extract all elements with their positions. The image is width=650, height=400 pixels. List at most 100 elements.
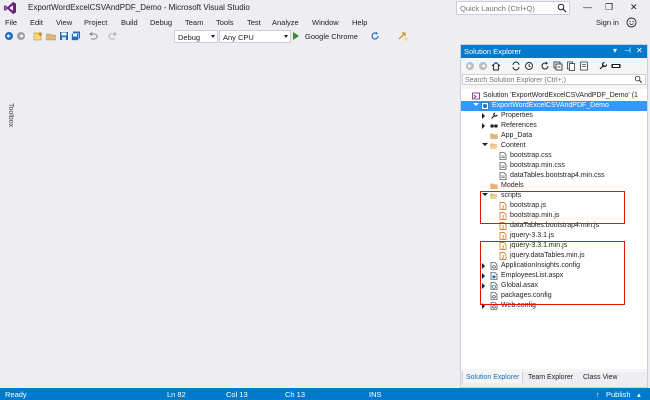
window-title: ExportWordExcelCSVAndPDF_Demo - Microsof…: [28, 3, 250, 12]
restore-icon[interactable]: ❐: [605, 2, 613, 13]
back-icon[interactable]: [465, 61, 475, 71]
pin-icon[interactable]: ⊣: [624, 46, 631, 55]
tree-item[interactable]: bootstrap.css: [461, 151, 647, 161]
close-panel-icon[interactable]: ✕: [636, 46, 643, 55]
folder-icon: [490, 182, 498, 190]
menu-file[interactable]: File: [5, 18, 17, 27]
tree-item-label: bootstrap.css: [510, 152, 552, 159]
menu-analyze[interactable]: Analyze: [272, 18, 299, 27]
status-insert-mode: INS: [369, 390, 382, 399]
status-column: Col 13: [226, 390, 248, 399]
configuration-value: Debug: [178, 32, 201, 42]
preview-selected-items-icon[interactable]: [611, 61, 621, 71]
search-icon: [557, 3, 567, 13]
minimize-icon[interactable]: —: [583, 2, 592, 12]
chevron-down-icon: [284, 35, 288, 38]
publish-chevron-icon[interactable]: ▴: [637, 390, 641, 399]
css-file-icon: [499, 162, 507, 170]
publish-arrow-icon[interactable]: ↑: [596, 390, 600, 399]
folder-icon: [490, 132, 498, 140]
close-icon[interactable]: ✕: [630, 2, 638, 13]
tree-item[interactable]: Properties: [461, 111, 647, 121]
expanded-arrow-icon[interactable]: [482, 143, 488, 146]
wrench-icon: [490, 112, 498, 120]
wrench-icon[interactable]: [598, 61, 608, 71]
forward-icon[interactable]: [16, 31, 26, 41]
expanded-arrow-icon[interactable]: [473, 103, 479, 106]
chevron-down-icon: [211, 35, 215, 38]
home-icon[interactable]: [491, 61, 501, 71]
tree-item-label: Content: [501, 142, 526, 149]
menu-help[interactable]: Help: [352, 18, 367, 27]
editor-area: [14, 43, 460, 388]
new-project-icon[interactable]: [33, 31, 43, 41]
folder-open-icon: [490, 142, 498, 150]
window-position-icon[interactable]: ▾: [613, 46, 617, 55]
references-icon: [490, 122, 498, 130]
solution-explorer-search-input[interactable]: Search Solution Explorer (Ctrl+;): [462, 74, 646, 85]
menu-build[interactable]: Build: [121, 18, 138, 27]
forward-icon[interactable]: [478, 61, 488, 71]
menu-test[interactable]: Test: [247, 18, 261, 27]
content-files-highlight: [480, 191, 625, 224]
menu-tools[interactable]: Tools: [216, 18, 234, 27]
solution-explorer-titlebar: Solution Explorer ▾ ⊣ ✕: [461, 45, 647, 58]
show-all-files-icon[interactable]: [566, 61, 576, 71]
tab-team-explorer[interactable]: Team Explorer: [528, 374, 573, 381]
tree-item[interactable]: dataTables.bootstrap4.min.css: [461, 171, 647, 181]
quick-launch-input[interactable]: Quick Launch (Ctrl+Q): [456, 1, 570, 15]
tree-item[interactable]: bootstrap.min.css: [461, 161, 647, 171]
pending-changes-icon[interactable]: [524, 61, 534, 71]
tree-item[interactable]: References: [461, 121, 647, 131]
collapse-all-icon[interactable]: [553, 61, 563, 71]
menu-debug[interactable]: Debug: [150, 18, 172, 27]
css-file-icon: [499, 172, 507, 180]
menu-team[interactable]: Team: [185, 18, 203, 27]
tree-item[interactable]: jquery-3.3.1.js: [461, 231, 647, 241]
tree-item[interactable]: Solution 'ExportWordExcelCSVAndPDF_Demo'…: [461, 91, 647, 101]
search-placeholder: Search Solution Explorer (Ctrl+;): [465, 76, 566, 84]
css-file-icon: [499, 152, 507, 160]
collapsed-arrow-icon[interactable]: [482, 123, 485, 129]
sync-icon[interactable]: [511, 61, 521, 71]
feedback-smiley-icon[interactable]: [626, 17, 637, 28]
refresh-browser-icon[interactable]: [370, 31, 380, 41]
solution-tree: Solution 'ExportWordExcelCSVAndPDF_Demo'…: [461, 89, 647, 369]
solution-icon: [472, 92, 480, 100]
status-line: Ln 82: [167, 390, 186, 399]
tree-item-label: Models: [501, 182, 524, 189]
browser-link-icon[interactable]: [398, 31, 408, 41]
redo-icon[interactable]: [108, 31, 118, 41]
save-all-icon[interactable]: [71, 31, 81, 41]
refresh-icon[interactable]: [540, 61, 550, 71]
tree-item-label: dataTables.bootstrap4.min.css: [510, 172, 605, 179]
tree-item-label: Solution 'ExportWordExcelCSVAndPDF_Demo'…: [483, 92, 638, 99]
toolbox-tab[interactable]: Toolbox: [0, 103, 14, 143]
menu-view[interactable]: View: [56, 18, 72, 27]
publish-button[interactable]: Publish: [606, 390, 631, 399]
tree-item[interactable]: Content: [461, 141, 647, 151]
tab-solution-explorer[interactable]: Solution Explorer: [462, 372, 524, 383]
menu-edit[interactable]: Edit: [30, 18, 43, 27]
menu-project[interactable]: Project: [84, 18, 107, 27]
configuration-dropdown[interactable]: Debug: [174, 30, 218, 43]
platform-dropdown[interactable]: Any CPU: [219, 30, 291, 43]
collapsed-arrow-icon[interactable]: [482, 113, 485, 119]
tab-class-view[interactable]: Class View: [583, 374, 618, 381]
status-bar: Ready Ln 82 Col 13 Ch 13 INS ↑ Publish ▴: [0, 388, 650, 400]
back-icon[interactable]: [4, 31, 14, 41]
tree-item[interactable]: Models: [461, 181, 647, 191]
tree-item[interactable]: ExportWordExcelCSVAndPDF_Demo: [461, 101, 647, 111]
open-folder-icon[interactable]: [46, 31, 56, 41]
undo-icon[interactable]: [88, 31, 98, 41]
sign-in-link[interactable]: Sign in: [596, 18, 619, 27]
menu-window[interactable]: Window: [312, 18, 339, 27]
platform-value: Any CPU: [223, 32, 254, 42]
solution-explorer-toolbar: [461, 59, 647, 73]
tree-item-label: bootstrap.min.css: [510, 162, 565, 169]
tree-item[interactable]: App_Data: [461, 131, 647, 141]
menu-bar: File Edit View Project Build Debug Team …: [0, 17, 650, 29]
save-icon[interactable]: [59, 31, 69, 41]
properties-icon[interactable]: [579, 61, 589, 71]
solution-explorer-title: Solution Explorer: [464, 47, 522, 56]
